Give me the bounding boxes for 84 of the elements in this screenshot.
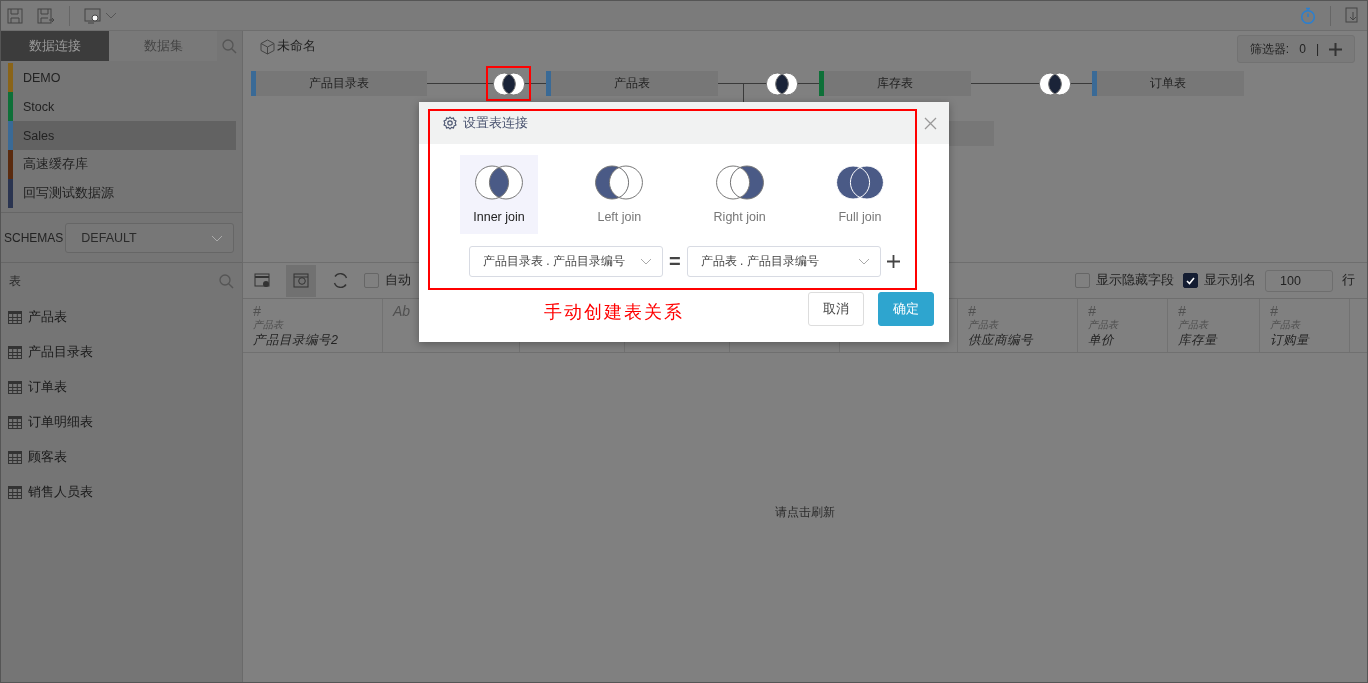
tables-heading: 表: [9, 273, 21, 290]
refresh-icon: [331, 272, 349, 289]
save-as-icon[interactable]: [37, 7, 55, 24]
checkbox-label: 显示隐藏字段: [1096, 272, 1174, 289]
check-icon: [1186, 276, 1195, 285]
checkbox-label: 显示别名: [1204, 272, 1256, 289]
row-count-field[interactable]: 100: [1265, 269, 1333, 292]
venn-diagram-icon: [473, 165, 525, 200]
table-list-item[interactable]: 产品表: [1, 300, 242, 335]
connection-item[interactable]: Sales: [8, 121, 236, 150]
gear-icon: [443, 116, 457, 130]
connection-item[interactable]: 高速缓存库: [8, 150, 236, 179]
table-list-item[interactable]: 订单明细表: [1, 405, 242, 440]
venn-diagram-icon: [593, 165, 646, 200]
filter-count: 0: [1299, 42, 1306, 56]
type-icon: #: [1178, 304, 1249, 318]
column-name: 订购量: [1270, 332, 1311, 349]
checkbox[interactable]: [1183, 273, 1198, 288]
window-search-icon: [293, 273, 309, 288]
column-name: 供应商编号: [968, 332, 1034, 349]
venn-diagram-icon: [834, 165, 886, 200]
join-type-option[interactable]: Full join: [821, 155, 899, 234]
window-gear-icon: [253, 273, 271, 288]
column-name: 库存量: [1178, 332, 1219, 349]
connection-item[interactable]: Stock: [8, 92, 236, 121]
table-node[interactable]: 产品目录表: [251, 71, 427, 96]
caret-icon: [105, 12, 117, 19]
table-list-item[interactable]: 产品目录表: [1, 335, 242, 370]
table-node[interactable]: 库存表: [819, 71, 971, 96]
venn-diagram-icon: [713, 165, 766, 200]
field-dropdown[interactable]: 产品目录表 . 产品目录编号: [469, 246, 663, 277]
column-name: 单价: [1088, 332, 1115, 349]
checkbox[interactable]: [1075, 273, 1090, 288]
type-icon: #: [253, 304, 372, 318]
table-icon: [8, 381, 22, 394]
schemas-label: SCHEMAS: [4, 231, 64, 245]
close-button[interactable]: [924, 116, 937, 130]
type-icon: #: [968, 304, 1067, 318]
join-venn-icon[interactable]: [486, 66, 531, 101]
download-icon[interactable]: [1345, 7, 1361, 24]
filter-label: 筛选器:: [1249, 40, 1290, 58]
caret-icon: [640, 258, 652, 265]
sidebar-tab[interactable]: 数据连接: [1, 31, 109, 61]
monitor-gear-icon: [84, 7, 102, 24]
connection-item[interactable]: DEMO: [8, 63, 236, 92]
search-icon[interactable]: [219, 274, 234, 289]
preview-button[interactable]: [286, 264, 316, 297]
empty-message[interactable]: 请点击刷新: [775, 504, 835, 521]
column-name: 产品目录编号2: [253, 332, 339, 349]
table-icon: [8, 416, 22, 429]
checkbox-label: 自动: [385, 272, 411, 289]
table-list-item[interactable]: 订单表: [1, 370, 242, 405]
table-icon: [8, 486, 22, 499]
caret-icon: [211, 234, 223, 242]
separator: |: [1315, 42, 1319, 56]
table-node[interactable]: 产品表: [546, 71, 718, 96]
join-type-option[interactable]: Inner join: [460, 155, 538, 234]
settings-menu-button[interactable]: [84, 7, 117, 24]
join-type-option[interactable]: Right join: [700, 155, 779, 234]
equals-sign: =: [669, 250, 681, 273]
annotation-text: 手动创建表关系: [544, 301, 685, 324]
model-title: 未命名: [277, 38, 316, 55]
type-icon: #: [1270, 304, 1339, 318]
table-node[interactable]: 订单表: [1092, 71, 1244, 96]
type-icon: #: [1088, 304, 1157, 318]
field-dropdown[interactable]: 产品表 . 产品目录编号: [686, 246, 881, 277]
cancel-button[interactable]: 取消: [808, 292, 864, 326]
checkbox[interactable]: [364, 273, 379, 288]
confirm-button[interactable]: 确定: [878, 292, 934, 326]
table-list-item[interactable]: 顾客表: [1, 440, 242, 475]
schema-dropdown[interactable]: DEFAULT: [65, 223, 234, 253]
table-icon: [8, 451, 22, 464]
dialog-title: 设置表连接: [463, 114, 529, 132]
connection-item[interactable]: 回写测试数据源: [8, 179, 236, 208]
table-icon: [8, 346, 22, 359]
table-list-item[interactable]: 销售人员表: [1, 475, 242, 510]
table-icon: [8, 311, 22, 324]
caret-icon: [857, 258, 870, 265]
save-icon[interactable]: [7, 7, 23, 24]
add-icon[interactable]: [886, 255, 900, 268]
join-type-option[interactable]: Left join: [580, 155, 659, 234]
cube-icon: [260, 38, 275, 55]
row-unit-label: 行: [1342, 272, 1355, 289]
search-icon[interactable]: [222, 38, 237, 54]
